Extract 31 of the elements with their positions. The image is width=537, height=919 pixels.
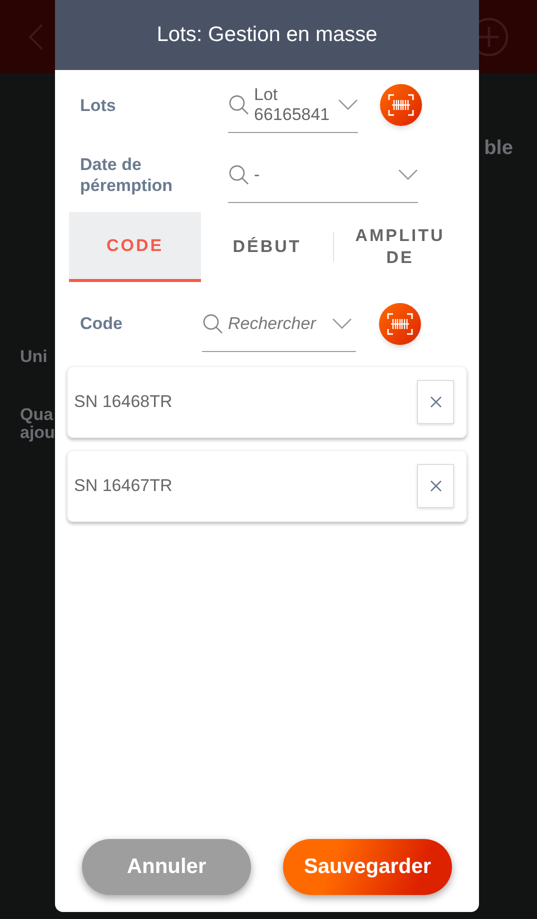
save-button[interactable]: Sauvegarder	[283, 839, 452, 895]
field-value: -	[254, 164, 261, 184]
search-input[interactable]: Rechercher	[228, 310, 328, 336]
background-text: ble	[484, 136, 513, 161]
chevron-down-icon[interactable]	[398, 168, 418, 180]
background-text: Qua ajou	[20, 406, 56, 442]
search-icon	[228, 94, 250, 116]
background-text: Uni	[20, 348, 48, 366]
chevron-down-icon[interactable]	[338, 98, 358, 110]
code-item-text: SN 16467TR	[74, 475, 172, 498]
close-icon	[430, 396, 442, 408]
chevron-down-icon[interactable]	[332, 318, 352, 330]
remove-button[interactable]	[417, 464, 454, 508]
close-icon	[430, 480, 442, 492]
tab[interactable]: DÉBUT	[201, 212, 333, 282]
field-label: Lots	[79, 94, 117, 116]
barcode-icon	[387, 313, 413, 335]
field-label: Code	[79, 313, 124, 336]
dialog-title: Lots: Gestion en masse	[156, 22, 378, 48]
barcode-scan-button[interactable]	[379, 303, 421, 345]
code-item-text: SN 16468TR	[74, 391, 172, 414]
field-label: Date de péremption	[79, 154, 174, 196]
field-value: Lot 66165841	[254, 84, 331, 124]
tab[interactable]: AMPLITUDE	[334, 212, 466, 282]
select-field[interactable]: -	[228, 147, 418, 203]
select-field[interactable]: Lot 66165841	[228, 77, 358, 133]
search-icon	[228, 164, 250, 186]
search-icon	[202, 312, 224, 334]
remove-button[interactable]	[417, 380, 454, 424]
barcode-icon	[388, 94, 414, 116]
barcode-scan-button[interactable]	[380, 84, 422, 126]
